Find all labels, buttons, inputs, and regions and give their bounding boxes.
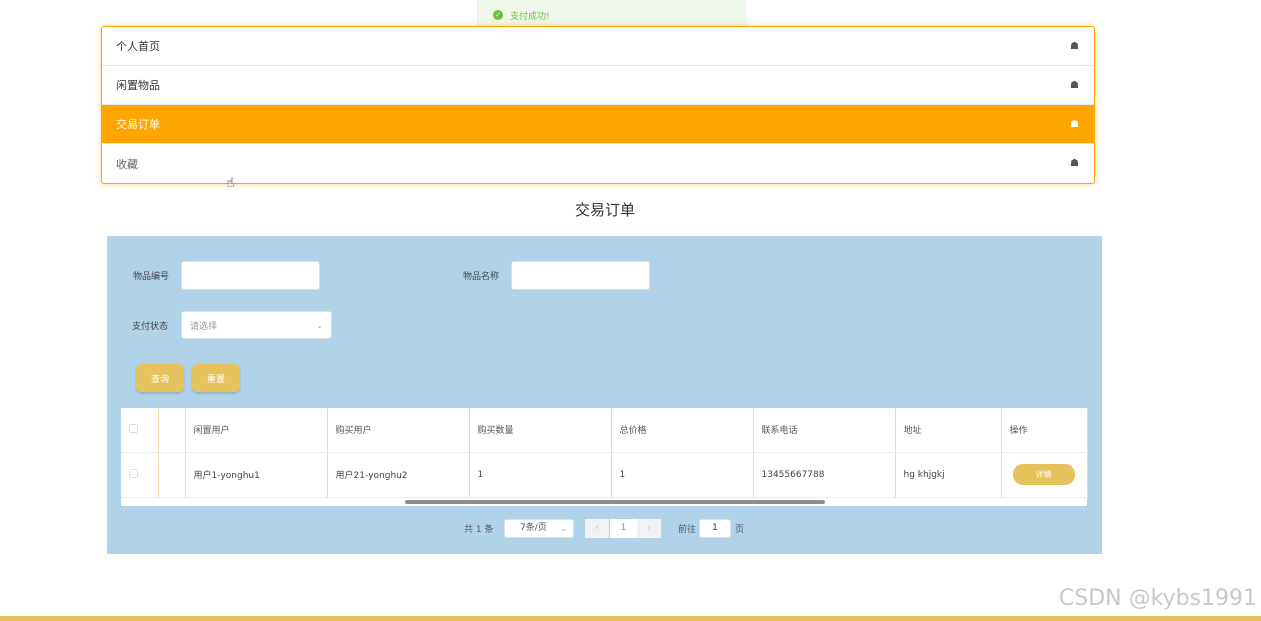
address-header: 地址 <box>895 408 1002 453</box>
menu-item-label: 收藏 <box>116 157 138 171</box>
home-icon: ☗ <box>1070 158 1079 169</box>
query-button[interactable]: 查询 <box>136 364 184 392</box>
page-suffix: 页 <box>735 525 745 535</box>
pay-status-placeholder: 请选择 <box>190 321 218 332</box>
total-price-cell: 1 <box>611 452 754 498</box>
next-page-button[interactable]: › <box>637 519 661 538</box>
table-header-row: 闲置用户 购买用户 购买数量 总价格 联系电话 地址 操作 <box>121 408 1088 453</box>
phone-header: 联系电话 <box>753 408 896 453</box>
quantity-header: 购买数量 <box>469 408 612 453</box>
action-header: 操作 <box>1001 408 1088 453</box>
bottom-bar <box>0 616 1261 621</box>
row-select-cell[interactable] <box>121 452 159 498</box>
goto-page-input[interactable]: 1 <box>699 519 731 538</box>
goto-label: 前往 <box>678 525 697 535</box>
reset-button[interactable]: 重置 <box>192 364 240 392</box>
orders-table: 闲置用户 购买用户 购买数量 总价格 联系电话 地址 操作 用户1-yonghu… <box>121 408 1088 506</box>
menu-item-home[interactable]: 个人首页 ☗ <box>102 27 1094 66</box>
menu-item-label: 个人首页 <box>116 40 160 53</box>
detail-button[interactable]: 详情 <box>1012 464 1075 485</box>
buyer-cell: 用户21-yonghu2 <box>327 452 470 498</box>
pay-status-select[interactable]: 请选择 ⌄ <box>181 311 332 339</box>
idle-user-header: 闲置用户 <box>185 408 328 453</box>
pay-status-label: 支付状态 <box>132 322 169 332</box>
menu-item-idle-goods[interactable]: 闲置物品 ☗ <box>102 66 1094 105</box>
menu-item-favorites[interactable]: 收藏 ☗ <box>102 144 1094 183</box>
action-cell: 详情 <box>1001 452 1088 498</box>
page-title: 交易订单 <box>574 201 635 219</box>
item-name-input[interactable] <box>511 261 650 290</box>
table-row: 用户1-yonghu1 用户21-yonghu2 1 1 13455667788… <box>121 452 1088 498</box>
search-panel: 物品编号 物品名称 支付状态 请选择 ⌄ 查询 重置 闲置用户 购买用户 购买数… <box>107 236 1102 554</box>
item-name-label: 物品名称 <box>463 272 500 282</box>
menu-item-orders[interactable]: 交易订单 ☗ <box>102 105 1094 144</box>
home-icon: ☗ <box>1070 40 1079 52</box>
address-cell: hg khjgkj <box>895 452 1002 498</box>
home-icon: ☗ <box>1070 118 1079 130</box>
item-no-input[interactable] <box>181 261 320 290</box>
chevron-down-icon: ⌄ <box>316 321 323 330</box>
nav-menu: 个人首页 ☗ 闲置物品 ☗ 交易订单 ☗ 收藏 ☗ <box>101 26 1095 184</box>
row-checkbox[interactable] <box>129 468 138 478</box>
current-page[interactable]: 1 <box>610 519 637 538</box>
item-no-label: 物品编号 <box>133 272 170 282</box>
index-header <box>158 408 186 453</box>
home-icon: ☗ <box>1070 79 1079 91</box>
watermark: CSDN @kybs1991 <box>1058 586 1257 611</box>
page: ✓ 支付成功! 个人首页 ☗ 闲置物品 ☗ 交易订单 ☗ 收藏 ☗ ☝ 交易订单… <box>0 0 1261 621</box>
select-all-checkbox[interactable] <box>129 423 138 433</box>
buyer-header: 购买用户 <box>327 408 470 453</box>
quantity-cell: 1 <box>469 452 612 498</box>
row-index-cell <box>158 452 186 498</box>
table-horizontal-scrollbar[interactable] <box>405 500 825 504</box>
menu-item-label: 闲置物品 <box>116 79 160 92</box>
toast-message: 支付成功! <box>510 11 550 22</box>
select-all-cell[interactable] <box>121 408 159 453</box>
total-price-header: 总价格 <box>611 408 754 453</box>
idle-user-cell: 用户1-yonghu1 <box>185 452 328 498</box>
hand-cursor-icon: ☝ <box>226 175 235 191</box>
phone-cell: 13455667788 <box>753 452 896 498</box>
page-size-select[interactable]: 7条/页 ⌄ <box>504 519 574 538</box>
chevron-down-icon: ⌄ <box>560 524 567 533</box>
prev-page-button[interactable]: ‹ <box>585 519 609 538</box>
page-size-value: 7条/页 <box>520 523 547 533</box>
menu-item-label: 交易订单 <box>116 118 160 131</box>
check-circle-icon: ✓ <box>493 10 503 20</box>
pagination-total: 共 1 条 <box>464 525 494 535</box>
